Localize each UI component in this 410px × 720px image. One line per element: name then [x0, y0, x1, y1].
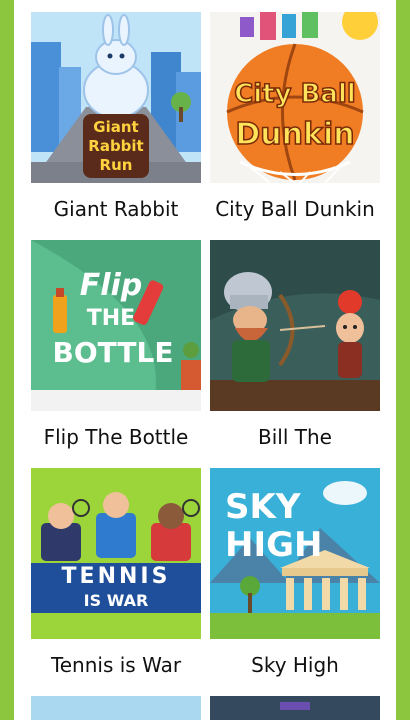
- games-panel: Giant Rabbit Run Giant Rabbit City Ball …: [14, 0, 396, 720]
- game-card-bill-the[interactable]: Bill The: [210, 240, 380, 468]
- game-title[interactable]: City Ball Dunkin: [210, 183, 380, 240]
- game-title[interactable]: Giant Rabbit: [31, 183, 201, 240]
- art-the: THE: [87, 306, 135, 331]
- game-title[interactable]: Tennis is War: [31, 639, 201, 696]
- game-card-flip-the-bottle[interactable]: Flip THE BOTTLE Flip The Bottle: [31, 240, 201, 468]
- art-run: Run: [100, 156, 133, 174]
- game-card-partial[interactable]: [210, 696, 380, 720]
- game-thumbnail-sky-high[interactable]: SKY HIGH: [210, 468, 380, 639]
- art-high: HIGH: [225, 525, 322, 565]
- game-card-city-ball-dunkin[interactable]: City Ball Dunkin City Ball Dunkin: [210, 12, 380, 240]
- game-card-partial[interactable]: [31, 696, 201, 720]
- game-title[interactable]: Sky High: [210, 639, 380, 696]
- art-flip: Flip: [80, 268, 143, 303]
- art-bottle: BOTTLE: [53, 336, 174, 369]
- game-title[interactable]: Bill The: [210, 411, 380, 468]
- game-thumbnail-partial[interactable]: [210, 696, 380, 720]
- art-city-ball: City Ball: [234, 79, 356, 109]
- game-thumbnail-tennis-is-war[interactable]: TENNIS IS WAR: [31, 468, 201, 639]
- game-thumbnail-city-ball-dunkin[interactable]: City Ball Dunkin: [210, 12, 380, 183]
- game-thumbnail-giant-rabbit[interactable]: Giant Rabbit Run: [31, 12, 201, 183]
- art-is-war: IS WAR: [84, 591, 149, 610]
- art-dunkin: Dunkin: [235, 117, 354, 152]
- game-card-sky-high[interactable]: SKY HIGH Sky High: [210, 468, 380, 696]
- game-thumbnail-partial[interactable]: [31, 696, 201, 720]
- art-sky: SKY: [225, 487, 301, 527]
- game-thumbnail-flip-the-bottle[interactable]: Flip THE BOTTLE: [31, 240, 201, 411]
- game-card-giant-rabbit[interactable]: Giant Rabbit Run Giant Rabbit: [31, 12, 201, 240]
- game-title[interactable]: Flip The Bottle: [31, 411, 201, 468]
- game-thumbnail-bill-the[interactable]: [210, 240, 380, 411]
- art-tennis: TENNIS: [62, 564, 171, 589]
- art-giant: Giant: [93, 118, 138, 136]
- game-card-tennis-is-war[interactable]: TENNIS IS WAR Tennis is War: [31, 468, 201, 696]
- art-rabbit: Rabbit: [88, 137, 143, 155]
- games-grid: Giant Rabbit Run Giant Rabbit City Ball …: [31, 12, 380, 720]
